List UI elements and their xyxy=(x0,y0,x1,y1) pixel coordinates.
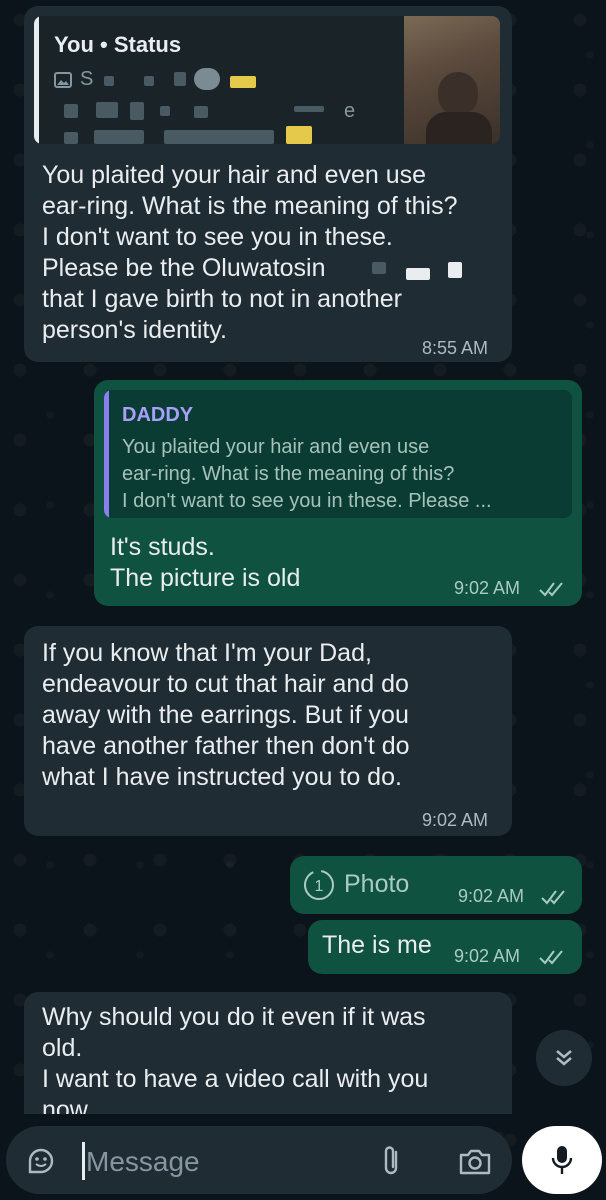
text-caret xyxy=(82,1142,85,1180)
quote-author: DADDY xyxy=(122,404,194,426)
quote-bar xyxy=(104,390,109,518)
message-text: Why should you do it even if it was old.… xyxy=(42,1003,429,1114)
double-check-icon xyxy=(541,890,565,905)
mic-icon xyxy=(551,1146,573,1174)
quote-subtitle: S xyxy=(80,68,94,90)
message-input-container[interactable]: Message xyxy=(6,1126,512,1194)
paperclip-icon[interactable] xyxy=(380,1144,402,1178)
svg-text:1: 1 xyxy=(315,878,324,895)
redaction xyxy=(174,72,186,86)
redaction xyxy=(230,76,256,88)
redaction xyxy=(96,102,118,118)
quote-bar xyxy=(34,16,39,144)
voice-record-button[interactable] xyxy=(522,1126,602,1194)
redaction xyxy=(104,76,114,86)
redaction xyxy=(130,102,144,120)
redaction xyxy=(164,130,274,144)
status-quote[interactable]: You • Status S e xyxy=(34,16,500,144)
message-text: If you know that I'm your Dad, endeavour… xyxy=(42,639,410,791)
redaction xyxy=(194,68,220,90)
message-time: 9:02 AM xyxy=(454,578,521,598)
redaction xyxy=(144,76,154,86)
chevron-double-down-icon xyxy=(556,1050,572,1066)
message-text: You plaited your hair and even use ear-r… xyxy=(42,161,458,344)
redaction xyxy=(372,262,386,274)
message-bubble-incoming[interactable]: You • Status S e You plaited your hair a… xyxy=(24,6,512,362)
quote-title: You • Status xyxy=(54,32,182,57)
double-check-icon xyxy=(539,950,563,965)
redaction xyxy=(64,104,78,118)
status-thumbnail[interactable] xyxy=(404,16,500,144)
message-bubble-outgoing[interactable]: 1 Photo 9:02 AM xyxy=(290,856,582,914)
quote-subtitle-end: e xyxy=(344,100,356,122)
image-icon xyxy=(54,72,72,88)
reply-quote[interactable]: DADDY You plaited your hair and even use… xyxy=(104,390,572,518)
message-text: It's studs. The picture is old xyxy=(110,533,301,592)
quote-text: You plaited your hair and even use ear-r… xyxy=(122,436,492,512)
view-once-icon: 1 xyxy=(304,870,334,900)
redaction xyxy=(448,262,462,278)
composer-bar: Message xyxy=(0,1120,606,1200)
message-bubble-incoming[interactable]: Why should you do it even if it was old.… xyxy=(24,992,512,1114)
redaction xyxy=(94,130,144,144)
message-time: 9:02 AM xyxy=(422,810,489,830)
redaction xyxy=(286,126,312,144)
redaction xyxy=(406,268,430,280)
sticker-icon[interactable] xyxy=(26,1146,56,1176)
redaction xyxy=(194,106,208,118)
photo-label: Photo xyxy=(344,870,410,898)
double-check-icon xyxy=(539,582,563,597)
redaction xyxy=(294,106,324,112)
camera-icon[interactable] xyxy=(458,1146,492,1176)
message-time: 9:02 AM xyxy=(458,886,525,906)
message-bubble-outgoing[interactable]: The is me 9:02 AM xyxy=(308,920,582,974)
message-bubble-incoming[interactable]: If you know that I'm your Dad, endeavour… xyxy=(24,626,512,836)
message-text: The is me xyxy=(322,931,432,959)
thumbnail-figure-head xyxy=(438,72,478,116)
thumbnail-figure-body xyxy=(426,112,492,144)
message-time: 9:02 AM xyxy=(454,946,521,966)
redaction xyxy=(64,132,78,144)
message-input[interactable]: Message xyxy=(86,1146,200,1178)
redaction xyxy=(160,106,170,116)
message-bubble-outgoing[interactable]: DADDY You plaited your hair and even use… xyxy=(94,380,582,606)
message-time: 8:55 AM xyxy=(422,338,489,358)
scroll-to-bottom-button[interactable] xyxy=(536,1030,592,1086)
